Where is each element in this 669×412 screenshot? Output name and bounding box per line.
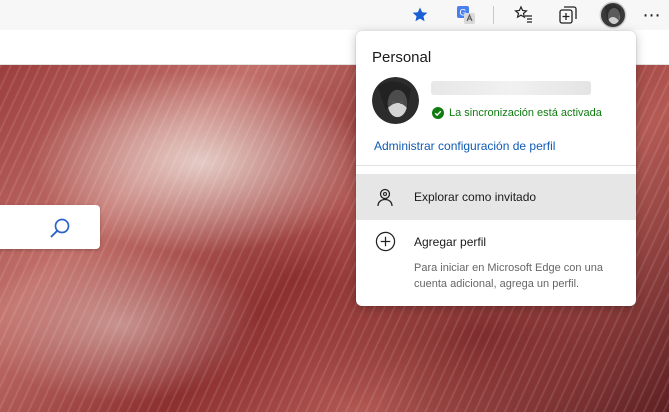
translate-icon: G [457, 6, 475, 24]
favorite-star-button[interactable] [403, 0, 437, 30]
profile-flyout: Personal La sincronización está activada… [356, 31, 636, 306]
favorites-button[interactable] [507, 0, 541, 30]
menu-divider [356, 165, 636, 166]
guest-person-icon [377, 188, 393, 207]
sync-status-text: La sincronización está activada [449, 107, 602, 119]
sync-check-icon [432, 107, 444, 119]
browse-as-guest-label: Explorar como invitado [414, 190, 537, 204]
collections-button[interactable] [551, 0, 585, 30]
search-box[interactable] [0, 205, 100, 249]
more-options-button[interactable]: ⋯ [635, 0, 669, 30]
add-profile-item[interactable]: Agregar perfil [356, 227, 636, 255]
collections-icon [559, 6, 577, 24]
sync-status: La sincronización está activada [432, 107, 602, 119]
toolbar-separator [493, 6, 494, 24]
browser-toolbar: G ⋯ [0, 0, 669, 30]
profile-menu-title: Personal [372, 49, 432, 66]
add-circle-icon [375, 231, 396, 252]
profile-avatar [599, 1, 627, 29]
star-filled-icon [412, 7, 428, 22]
search-input[interactable] [0, 205, 50, 249]
search-icon[interactable] [49, 217, 71, 239]
add-profile-label: Agregar perfil [414, 235, 487, 249]
browse-as-guest-item[interactable]: Explorar como invitado [356, 174, 636, 220]
manage-profile-settings-link[interactable]: Administrar configuración de perfil [374, 139, 555, 153]
profile-avatar-large [372, 77, 419, 124]
favorites-list-icon [514, 5, 532, 23]
profile-button[interactable] [596, 0, 630, 30]
translate-button[interactable]: G [449, 0, 483, 30]
more-icon: ⋯ [642, 4, 662, 25]
account-email-redacted [431, 81, 591, 95]
add-profile-description: Para iniciar en Microsoft Edge con una c… [414, 262, 603, 290]
